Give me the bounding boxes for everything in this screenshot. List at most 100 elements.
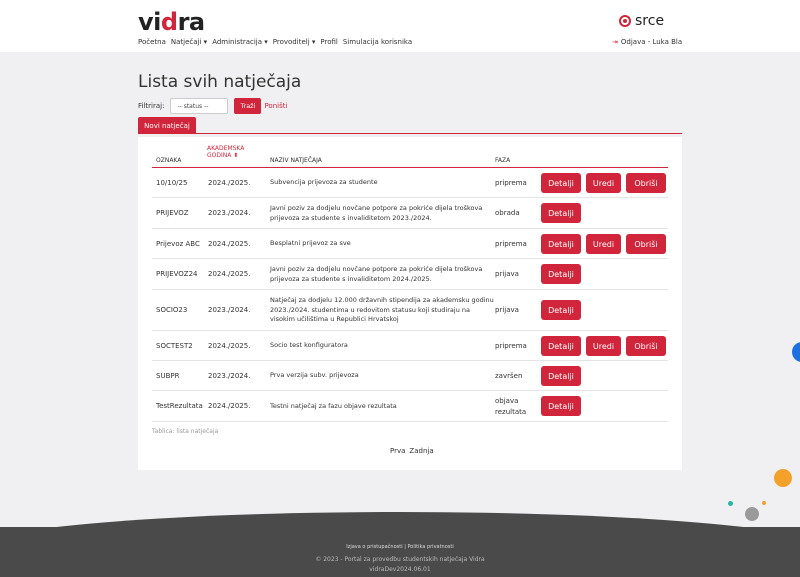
column-header-faza: FAZA — [495, 157, 511, 164]
row-actions: Detalji Uredi Obriši — [541, 234, 666, 254]
nav-item-natjecaji[interactable]: Natječaji ▾ — [171, 38, 207, 46]
table-row: SOCTEST2 2024./2025. Socio test konfigur… — [152, 331, 668, 361]
edit-button[interactable]: Uredi — [586, 336, 621, 356]
decorative-teal-dot — [728, 501, 733, 506]
delete-button[interactable]: Obriši — [626, 336, 666, 356]
edit-button[interactable]: Uredi — [586, 173, 621, 193]
details-button[interactable]: Detalji — [541, 396, 581, 416]
logo-text-end: ra — [177, 8, 206, 36]
cell-godina: 2023./2024. — [208, 371, 251, 380]
cell-faza: prijava — [495, 270, 519, 279]
details-button[interactable]: Detalji — [541, 203, 581, 223]
filter-label: Filtriraj: — [138, 102, 165, 110]
pagination-last[interactable]: Zadnja — [409, 447, 433, 455]
cell-naziv: Socio test konfiguratora — [270, 341, 348, 350]
nav-item-pocetna[interactable]: Početna — [138, 38, 166, 46]
vidra-logo[interactable]: vidra — [138, 8, 205, 36]
footer-copyright: © 2023 - Portal za provedbu studentskih … — [315, 556, 485, 563]
page-title: Lista svih natječaja — [138, 72, 302, 92]
nav-item-simulacija[interactable]: Simulacija korisnika — [343, 38, 412, 46]
column-header-oznaka: OZNAKA — [156, 157, 182, 164]
pagination-first[interactable]: Prva — [390, 447, 405, 455]
srce-brand[interactable]: srce — [619, 13, 664, 29]
table-caption: Tablica: lista natječaja — [152, 428, 219, 435]
cell-faza: priprema — [495, 341, 527, 350]
accessibility-link[interactable]: Izjava o pristupačnosti — [346, 544, 402, 550]
cell-naziv: Testni natječaj za fazu objave rezultata — [270, 401, 397, 410]
cell-faza: obrada — [495, 209, 520, 218]
cell-godina: 2024./2025. — [208, 341, 251, 350]
cell-godina: 2023./2024. — [208, 209, 251, 218]
logout-label: Odjava - Luka Bla — [620, 38, 683, 46]
cell-naziv: Subvencija prijevoza za studente — [270, 178, 378, 187]
new-competition-button[interactable]: Novi natječaj — [138, 117, 196, 134]
details-button[interactable]: Detalji — [541, 336, 581, 356]
delete-button[interactable]: Obriši — [626, 173, 666, 193]
cell-naziv: Javni poziv za dodjelu novčane potpore z… — [270, 204, 483, 222]
cell-godina: 2024./2025. — [208, 402, 251, 411]
row-actions: Detalji — [541, 366, 581, 386]
nav-item-provoditelj[interactable]: Provoditelj ▾ — [273, 38, 316, 46]
table-row: Prijevoz ABC 2024./2025. Besplatni prije… — [152, 229, 668, 259]
cell-faza: objava rezultata — [495, 397, 527, 416]
reset-link[interactable]: Poništi — [264, 102, 287, 110]
table-row: 10/10/25 2024./2025. Subvencija prijevoz… — [152, 168, 668, 198]
table-row: SOCIO23 2023./2024. Natječaj za dodjelu … — [152, 290, 668, 331]
table-row: PRIJEVOZ 2023./2024. Javni poziv za dodj… — [152, 198, 668, 229]
cell-oznaka: SUBPR — [156, 371, 180, 380]
row-actions: Detalji — [541, 264, 581, 284]
srce-brand-text: srce — [635, 13, 665, 29]
column-header-naziv: NAZIV NATJEČAJA — [270, 157, 322, 164]
table-row: SUBPR 2023./2024. Prva verzija subv. pri… — [152, 361, 668, 391]
nav-item-administracija[interactable]: Administracija ▾ — [212, 38, 268, 46]
cell-godina: 2023./2024. — [208, 306, 251, 315]
details-button[interactable]: Detalji — [541, 264, 581, 284]
nav-item-profil[interactable]: Profil — [320, 38, 337, 46]
footer-links: Izjava o pristupačnosti | Politika priva… — [0, 544, 800, 550]
table-row: TestRezultata 2024./2025. Testni natječa… — [152, 391, 668, 422]
cell-oznaka: 10/10/25 — [156, 178, 188, 187]
pagination: Prva Zadnja — [390, 447, 434, 455]
privacy-link[interactable]: Politika privatnosti — [407, 544, 453, 550]
row-actions: Detalji — [541, 396, 581, 416]
delete-button[interactable]: Obriši — [626, 234, 666, 254]
details-button[interactable]: Detalji — [541, 366, 581, 386]
row-actions: Detalji Uredi Obriši — [541, 173, 666, 193]
decorative-orange-circle — [774, 469, 792, 487]
status-select[interactable]: -- status -- — [170, 98, 229, 114]
cell-naziv: Besplatni prijevoz za sve — [270, 239, 351, 248]
main-nav: Početna Natječaji ▾ Administracija ▾ Pro… — [138, 38, 412, 46]
cell-naziv: Javni poziv za dodjelu novčane potpore z… — [270, 265, 483, 283]
logout-link[interactable]: ⇥ Odjava - Luka Bla — [612, 38, 682, 46]
logo-text-accent: d — [160, 8, 178, 36]
cell-oznaka: PRIJEVOZ — [156, 209, 189, 218]
cell-faza: priprema — [495, 178, 527, 187]
cell-oznaka: TestRezultata — [156, 402, 203, 411]
cell-oznaka: SOCIO23 — [156, 306, 188, 315]
cell-faza: priprema — [495, 239, 527, 248]
srce-logo-icon — [619, 15, 631, 27]
cell-oznaka: SOCTEST2 — [156, 341, 193, 350]
cell-faza: završen — [495, 371, 523, 380]
details-button[interactable]: Detalji — [541, 234, 581, 254]
table-row: PRIJEVOZ24 2024./2025. Javni poziv za do… — [152, 259, 668, 290]
cell-godina: 2024./2025. — [208, 239, 251, 248]
logo-text-start: vi — [138, 8, 161, 36]
row-actions: Detalji — [541, 300, 581, 320]
decorative-orange-dot — [762, 501, 766, 505]
details-button[interactable]: Detalji — [541, 300, 581, 320]
row-actions: Detalji Uredi Obriši — [541, 336, 666, 356]
details-button[interactable]: Detalji — [541, 173, 581, 193]
decorative-blue-circle — [792, 342, 800, 362]
cell-faza: prijava — [495, 306, 519, 315]
cell-naziv: Natječaj za dodjelu 12.000 državnih stip… — [270, 296, 494, 324]
card-divider — [138, 133, 682, 134]
row-actions: Detalji — [541, 203, 581, 223]
cell-godina: 2024./2025. — [208, 270, 251, 279]
footer-version: vidraDev2024.06.01 — [369, 566, 431, 573]
column-header-akademska[interactable]: AKADEMSKA GODINA ⬍ — [207, 145, 244, 159]
search-button[interactable]: Traži — [234, 98, 262, 114]
cell-oznaka: Prijevoz ABC — [156, 239, 200, 248]
logout-icon: ⇥ — [612, 38, 618, 46]
edit-button[interactable]: Uredi — [586, 234, 621, 254]
